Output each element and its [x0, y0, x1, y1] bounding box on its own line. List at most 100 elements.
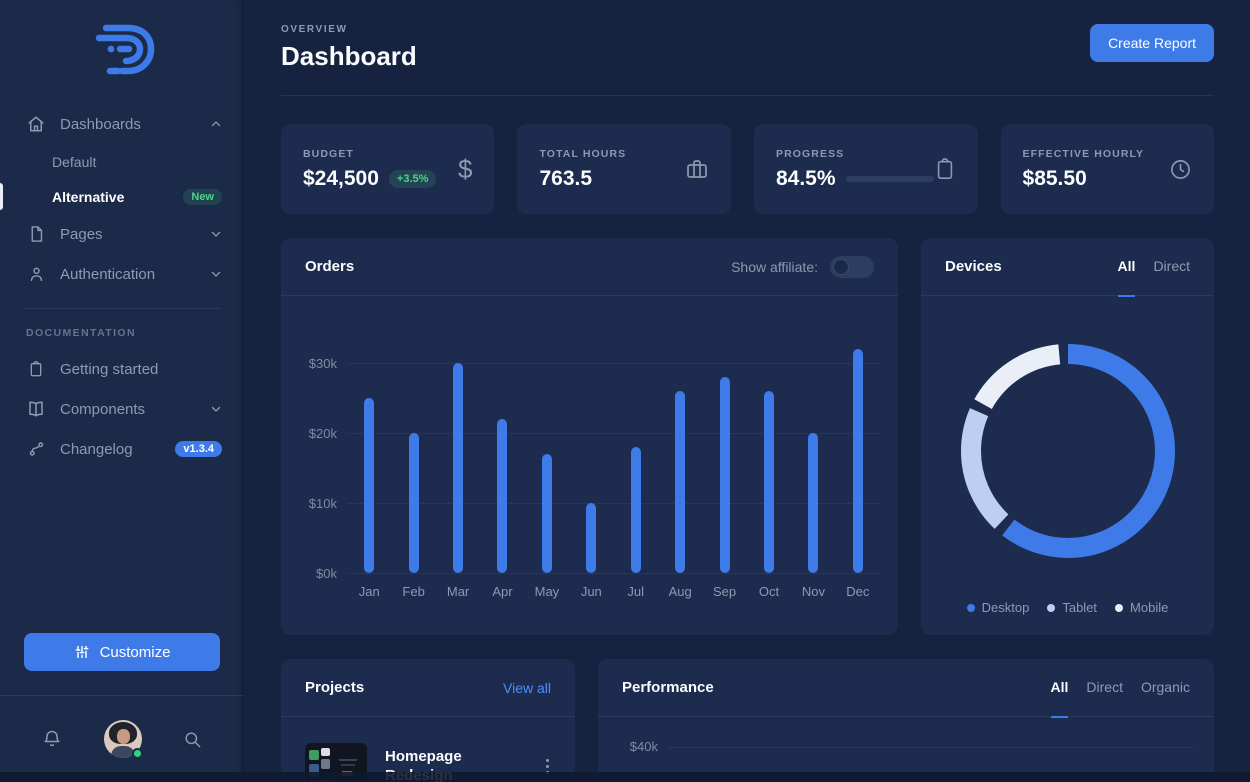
stat-card-budget: BUDGET $24,500 +3.5% $ — [281, 124, 494, 214]
show-affiliate-toggle[interactable] — [830, 256, 874, 278]
chevron-up-icon — [210, 118, 222, 130]
orders-bars — [347, 296, 880, 573]
sidebar-item-dashboards[interactable]: Dashboards — [0, 104, 244, 144]
sidebar-item-label: Authentication — [60, 266, 196, 283]
sidebar-item-components[interactable]: Components — [0, 389, 244, 429]
bar-May — [525, 454, 569, 573]
devices-donut-chart — [956, 339, 1180, 563]
chevron-down-icon — [210, 268, 222, 280]
legend-item-mobile[interactable]: Mobile — [1115, 600, 1168, 615]
legend-label: Desktop — [982, 600, 1030, 615]
header-divider — [281, 95, 1214, 96]
x-axis-tick: Feb — [391, 584, 435, 599]
documentation-heading: DOCUMENTATION — [0, 323, 244, 349]
sidebar-divider — [24, 308, 220, 309]
tab-direct[interactable]: Direct — [1086, 659, 1123, 718]
sidebar-item-label: Default — [52, 154, 222, 170]
main-content: OVERVIEW Dashboard Create Report BUDGET … — [244, 0, 1250, 782]
show-affiliate-label: Show affiliate: — [731, 259, 818, 275]
tab-direct[interactable]: Direct — [1153, 238, 1190, 297]
window-bottom-edge — [0, 772, 1250, 782]
stat-value: $24,500 — [303, 167, 379, 191]
performance-card: Performance All Direct Organic $40k — [598, 659, 1214, 782]
sidebar-item-pages[interactable]: Pages — [0, 214, 244, 254]
view-all-link[interactable]: View all — [503, 680, 551, 696]
devices-legend: Desktop Tablet Mobile — [921, 600, 1214, 635]
y-axis-tick: $30k — [281, 356, 337, 371]
bar-Oct — [747, 391, 791, 573]
bar-Feb — [391, 433, 435, 573]
book-icon — [26, 400, 46, 418]
x-axis-tick: Oct — [747, 584, 791, 599]
bar-Jan — [347, 398, 391, 573]
search-icon[interactable] — [183, 730, 202, 749]
create-report-button[interactable]: Create Report — [1090, 24, 1214, 62]
bar-Jun — [569, 503, 613, 573]
customize-button[interactable]: Customize — [24, 633, 220, 671]
stat-label: PROGRESS — [776, 148, 934, 160]
avatar[interactable] — [104, 720, 142, 758]
y-axis-tick: $20k — [281, 426, 337, 441]
legend-dot — [1115, 604, 1123, 612]
tab-all[interactable]: All — [1118, 238, 1136, 297]
bar-Jul — [614, 447, 658, 573]
x-axis-tick: Jun — [569, 584, 613, 599]
performance-title: Performance — [622, 679, 714, 696]
sidebar-item-default[interactable]: Default — [0, 144, 244, 179]
active-indicator — [0, 183, 3, 210]
bar-Nov — [791, 433, 835, 573]
chevron-down-icon — [210, 228, 222, 240]
delta-badge: +3.5% — [389, 170, 437, 188]
sidebar-item-getting-started[interactable]: Getting started — [0, 349, 244, 389]
stat-label: TOTAL HOURS — [539, 148, 626, 160]
legend-item-tablet[interactable]: Tablet — [1047, 600, 1097, 615]
gridline — [347, 573, 880, 574]
x-axis-tick: Aug — [658, 584, 702, 599]
x-axis-tick: Jan — [347, 584, 391, 599]
sidebar-item-label: Alternative — [52, 189, 169, 205]
online-status-dot — [132, 748, 143, 759]
customize-label: Customize — [100, 644, 171, 661]
tab-organic[interactable]: Organic — [1141, 659, 1190, 718]
sidebar-item-label: Dashboards — [60, 116, 196, 133]
legend-label: Mobile — [1130, 600, 1168, 615]
stats-row: BUDGET $24,500 +3.5% $ TOTAL HOURS 763.5 — [281, 124, 1214, 214]
user-icon — [26, 265, 46, 283]
page-icon — [26, 225, 46, 243]
orders-title: Orders — [305, 258, 354, 275]
briefcase-icon — [685, 157, 709, 181]
stat-value: 763.5 — [539, 167, 592, 191]
stat-card-total-hours: TOTAL HOURS 763.5 — [517, 124, 730, 214]
bar-Dec — [836, 349, 880, 573]
sidebar-footer — [0, 695, 244, 782]
sidebar-docs-nav: Getting started Components Changelog v1.… — [0, 349, 244, 469]
x-axis-tick: Apr — [480, 584, 524, 599]
toggle-knob — [833, 259, 849, 275]
sidebar: Dashboards Default Alternative New Pages — [0, 0, 244, 782]
y-axis-tick: $0k — [281, 566, 337, 581]
legend-item-desktop[interactable]: Desktop — [967, 600, 1030, 615]
devices-card: Devices All Direct DesktopTabletMobile — [921, 238, 1214, 635]
sidebar-item-label: Components — [60, 401, 196, 418]
brand-logo-icon[interactable] — [89, 20, 155, 78]
sidebar-item-authentication[interactable]: Authentication — [0, 254, 244, 294]
sliders-icon — [74, 644, 90, 660]
orders-chart: $0k $10k $20k $30k JanFebMarAprMayJunJul… — [281, 296, 898, 634]
branch-icon — [26, 440, 46, 458]
tab-all[interactable]: All — [1051, 659, 1069, 718]
progress-bar — [846, 176, 934, 182]
sidebar-item-changelog[interactable]: Changelog v1.3.4 — [0, 429, 244, 469]
bar-Aug — [658, 391, 702, 573]
bell-icon[interactable] — [42, 729, 62, 749]
bar-Sep — [702, 377, 746, 573]
legend-dot — [967, 604, 975, 612]
bar-Apr — [480, 419, 524, 573]
x-axis-tick: May — [525, 584, 569, 599]
sidebar-item-alternative[interactable]: Alternative New — [0, 179, 244, 214]
new-badge: New — [183, 189, 222, 205]
clipboard-icon — [934, 157, 956, 181]
dollar-icon: $ — [458, 154, 472, 185]
stat-value: $85.50 — [1023, 167, 1087, 191]
sidebar-item-label: Changelog — [60, 441, 161, 458]
stat-card-effective-hourly: EFFECTIVE HOURLY $85.50 — [1001, 124, 1214, 214]
